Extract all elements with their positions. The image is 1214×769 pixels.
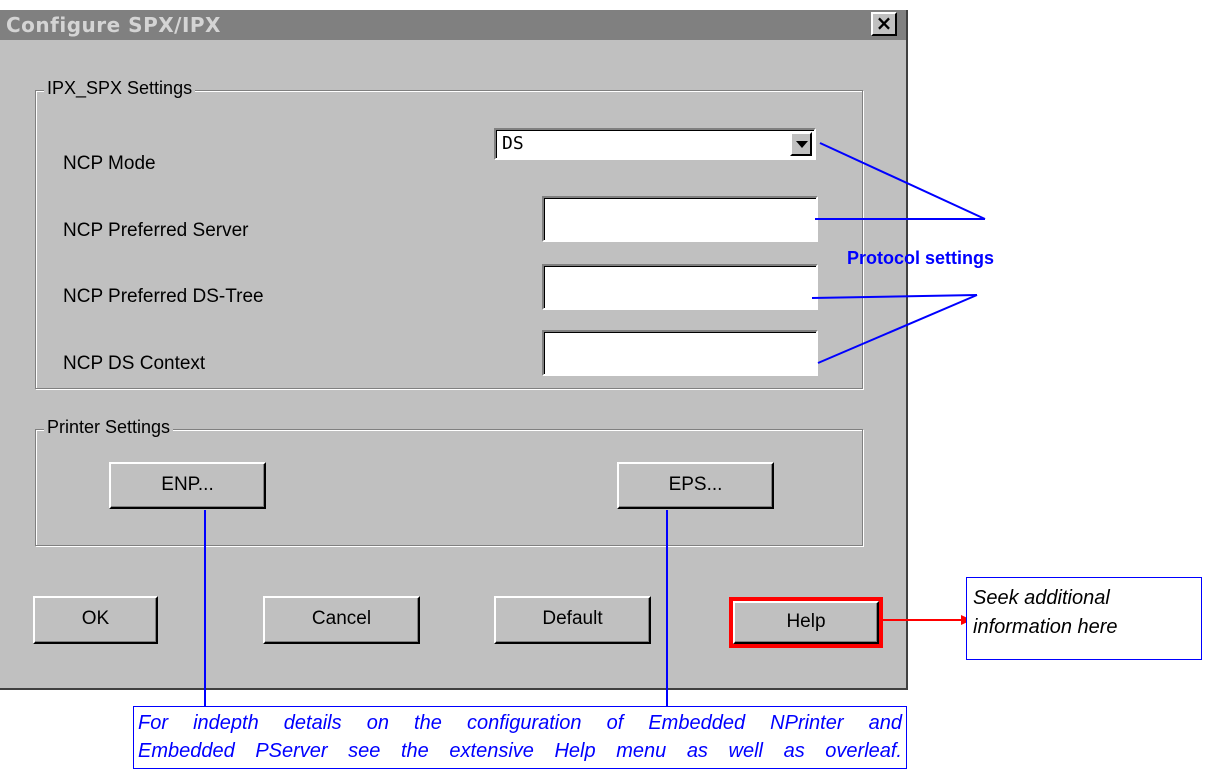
help-note-line: information here [973, 616, 1118, 638]
callout-line-tree [811, 294, 978, 299]
bottom-note-line: For indepth details on the configuration… [138, 712, 902, 734]
help-note-box: Seek additional information here [966, 577, 1202, 660]
protocol-settings-label: Protocol settings [847, 248, 995, 268]
bottom-note-line: Embedded PServer see the extensive Help … [138, 740, 902, 762]
callout-line-context [817, 294, 978, 364]
help-note-line: Seek additional [973, 587, 1110, 609]
callout-line-mode [819, 142, 986, 220]
bottom-note-box: For indepth details on the configuration… [133, 706, 907, 769]
